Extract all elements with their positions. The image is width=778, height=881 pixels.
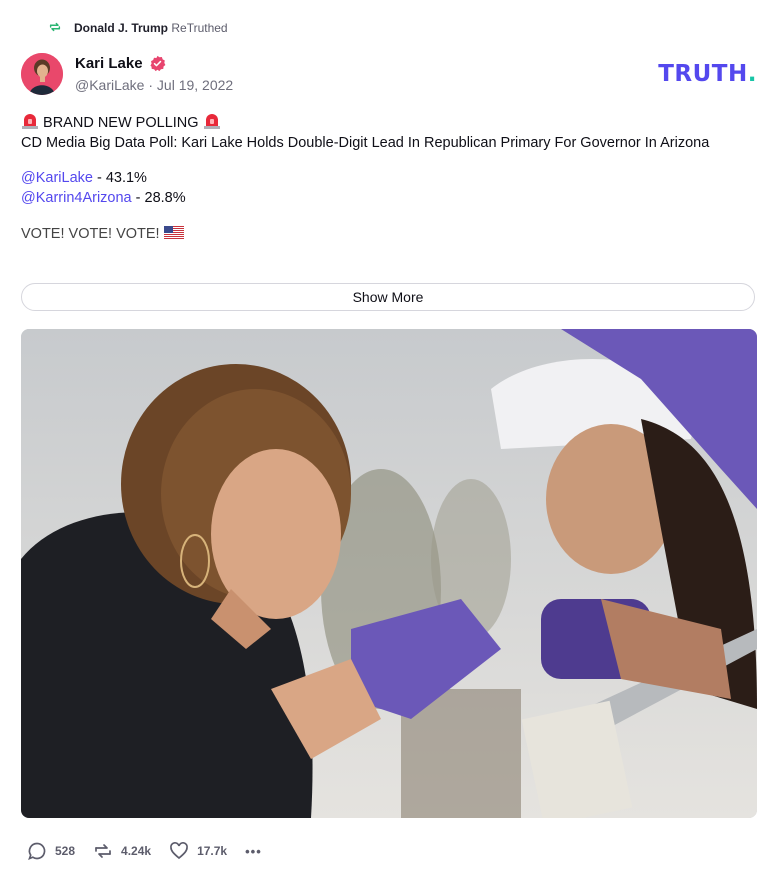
post-cta: VOTE! VOTE! VOTE! (21, 226, 160, 242)
post-content: BRAND NEW POLLING CD Media Big Data Poll… (21, 113, 733, 244)
verified-badge-icon (149, 55, 165, 72)
show-more-label: Show More (352, 289, 424, 305)
more-options-button[interactable]: ••• (245, 844, 262, 859)
show-more-button[interactable]: Show More (21, 283, 755, 311)
post-body: CD Media Big Data Poll: Kari Lake Holds … (21, 135, 710, 151)
author-name-row: Kari Lake (75, 55, 233, 72)
retruth-label: ReTruthed (171, 21, 228, 35)
reply-icon (28, 842, 46, 860)
retruth-icon (95, 844, 111, 858)
author-block: Kari Lake @KariLake · Jul 19, 2022 (75, 55, 233, 93)
retruth-icon (48, 20, 62, 37)
avatar[interactable] (21, 53, 63, 95)
poll-value: - 43.1% (92, 170, 147, 186)
author-meta: @KariLake · Jul 19, 2022 (75, 77, 233, 93)
more-icon: ••• (245, 843, 262, 859)
retruth-indicator: Donald J. Trump ReTruthed (48, 19, 228, 37)
truth-logo[interactable]: TRUTH. (658, 61, 757, 87)
retruth-button[interactable]: 4.24k (93, 841, 151, 861)
logo-dot: . (747, 61, 757, 87)
retruth-count: 4.24k (121, 844, 152, 858)
poll-line: @KariLake - 43.1% (21, 168, 733, 188)
poll-line: @Karrin4Arizona - 28.8% (21, 188, 733, 208)
cta-line: VOTE! VOTE! VOTE! (21, 224, 733, 244)
poll-value: - 28.8% (131, 190, 186, 206)
retruth-text: Donald J. Trump ReTruthed (74, 21, 228, 35)
like-button[interactable]: 17.7k (169, 841, 227, 861)
mention-link[interactable]: @KariLake (21, 170, 93, 186)
heart-icon (170, 842, 188, 860)
headline-line: BRAND NEW POLLING (21, 113, 733, 133)
meta-separator: · (148, 77, 154, 93)
author-display-name[interactable]: Kari Lake (75, 55, 143, 72)
us-flag-icon (163, 226, 184, 239)
action-bar: 528 4.24k 17.7k ••• (27, 840, 280, 862)
post-date[interactable]: Jul 19, 2022 (157, 77, 233, 93)
mention-link[interactable]: @Karrin4Arizona (21, 190, 132, 206)
post-headline: BRAND NEW POLLING (43, 115, 199, 131)
retruth-user[interactable]: Donald J. Trump (74, 21, 168, 35)
siren-icon (22, 114, 38, 129)
siren-icon (203, 114, 220, 129)
post-header: Kari Lake @KariLake · Jul 19, 2022 TRUTH… (21, 53, 757, 99)
like-count: 17.7k (197, 844, 228, 858)
reply-count: 528 (55, 844, 76, 858)
logo-text: TRUTH (658, 61, 748, 87)
content-fade (0, 243, 778, 273)
author-handle[interactable]: @KariLake (75, 77, 144, 93)
reply-button[interactable]: 528 (27, 841, 75, 861)
post-image[interactable] (21, 329, 757, 818)
